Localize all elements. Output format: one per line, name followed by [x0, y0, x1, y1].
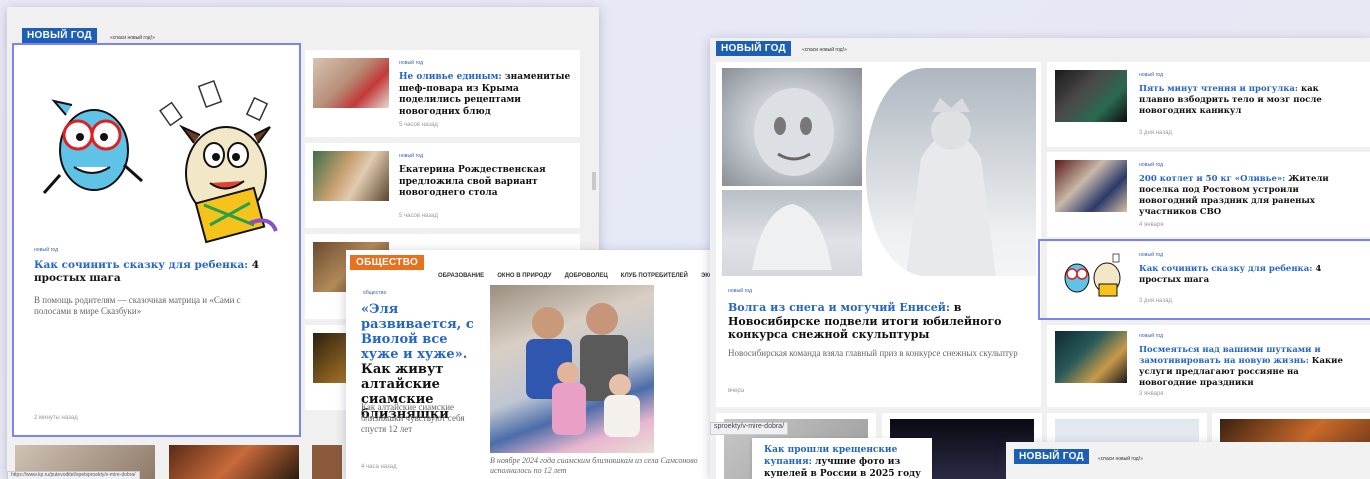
thumb-celebration	[1055, 160, 1127, 212]
card-title[interactable]: Волга из снега и могучий Енисей: в Новос…	[728, 301, 1028, 342]
photo-snow-sculpture-1	[722, 68, 862, 186]
side-tag[interactable]: новый год	[1139, 162, 1163, 168]
side-time: 5 часов назад	[399, 213, 438, 219]
screenshot-new-year-small: НОВЫЙ ГОД «спаси новый год!»	[1006, 442, 1370, 479]
nav-nature[interactable]: Окно в природу	[497, 273, 551, 279]
side-title-link[interactable]: Пять минут чтения и прогулка:	[1139, 84, 1298, 94]
society-nav: Образование Окно в природу Доброволец Кл…	[438, 262, 726, 281]
screenshot-society: ОБЩЕСТВО Образование Окно в природу Добр…	[346, 250, 726, 479]
side-article-1[interactable]: новый год Пять минут чтения и прогулка: …	[1047, 62, 1370, 147]
nav-education[interactable]: Образование	[438, 273, 484, 279]
nav-consumer-club[interactable]: Клуб потребителей	[621, 273, 688, 279]
bottom-thumb-2[interactable]	[169, 445, 299, 479]
side-title[interactable]: Екатерина Рождественская предложила свой…	[399, 165, 574, 200]
photo-snow-sculpture-2	[722, 190, 862, 276]
side-title-link[interactable]: Не оливье единым:	[399, 72, 502, 82]
side-time: 5 часов назад	[399, 122, 438, 128]
main-article-card[interactable]: новый год Волга из снега и могучий Енисе…	[716, 62, 1041, 407]
side-time: 3 дня назад	[1139, 130, 1172, 136]
card-tag[interactable]: новый год	[728, 288, 752, 294]
scrollbar[interactable]	[592, 172, 596, 190]
section-badge-society[interactable]: ОБЩЕСТВО	[350, 255, 425, 270]
screenshot-new-year-right: НОВЫЙ ГОД «спаси новый год!» новый год В…	[710, 38, 1370, 479]
article-title-link[interactable]: «Эля развивается, с Виолой все хуже и ху…	[361, 302, 474, 362]
side-tag[interactable]: новый год	[399, 153, 423, 159]
card-title-link[interactable]: Волга из снега и могучий Енисей:	[728, 301, 950, 314]
photo-snow-sculpture-main	[866, 68, 1036, 276]
side-tag[interactable]: новый год	[399, 60, 423, 66]
section-badge-new-year[interactable]: НОВЫЙ ГОД	[22, 28, 97, 43]
side-article-4[interactable]: новый год Посмеяться над вашими шутками …	[1047, 325, 1370, 407]
side-tag[interactable]: новый год	[1139, 72, 1163, 78]
section-badge-new-year[interactable]: НОВЫЙ ГОД	[716, 41, 791, 56]
side-title-link[interactable]: 200 котлет и 50 кг «Оливье»:	[1139, 174, 1285, 184]
side-article-1[interactable]: новый год Не оливье единым: знаменитые ш…	[305, 50, 580, 137]
section-badge-new-year[interactable]: НОВЫЙ ГОД	[1014, 449, 1089, 464]
status-url-fragment: sproekty/v-mire-dobra/	[710, 422, 789, 435]
section-sublink[interactable]: «спаси новый год!»	[1098, 456, 1143, 462]
selection-highlight	[1038, 239, 1370, 320]
thumb-reading	[1055, 70, 1127, 122]
article-time: 4 часа назад	[361, 464, 397, 470]
selection-highlight	[12, 43, 301, 437]
side-tag[interactable]: новый год	[1139, 333, 1163, 339]
side-article-2[interactable]: новый год Екатерина Рождественская предл…	[305, 143, 580, 228]
section-sublink[interactable]: «спаси новый год!»	[110, 35, 155, 41]
photo-twins-family	[490, 285, 654, 453]
article-baptism-bathing[interactable]: Как прошли крещенские купания: лучшие фо…	[752, 438, 932, 479]
side-title[interactable]: Не оливье единым: знаменитые шеф-повара …	[399, 72, 574, 118]
nav-volunteer[interactable]: Доброволец	[565, 273, 608, 279]
side-article-2[interactable]: новый год 200 котлет и 50 кг «Оливье»: Ж…	[1047, 152, 1370, 237]
bottom-thumb-3[interactable]	[312, 445, 342, 479]
article-tag[interactable]: общество	[363, 290, 386, 296]
side-title[interactable]: Посмеяться над вашими шутками и замотиви…	[1139, 345, 1354, 389]
card-title[interactable]: Как прошли крещенские купания: лучшие фо…	[764, 444, 924, 479]
status-url-bar: https://www.kp.ru/putevoditel/spetsproek…	[7, 471, 140, 479]
card-time: вчера	[728, 388, 745, 394]
side-title[interactable]: 200 котлет и 50 кг «Оливье»: Жители посе…	[1139, 174, 1359, 218]
side-time: 4 января	[1139, 222, 1164, 228]
photo-caption: В ноябре 2024 года сиамским близняшкам и…	[490, 456, 698, 475]
side-title-rest: Екатерина Рождественская предложила свой…	[399, 165, 546, 198]
side-title-link[interactable]: Посмеяться над вашими шутками и замотиви…	[1139, 345, 1321, 366]
thumb-ekaterina	[313, 151, 389, 201]
section-sublink[interactable]: «спаси новый год!»	[802, 47, 847, 53]
thumb-chef-santa	[313, 58, 389, 108]
article-lead: Как алтайские сиамские близняшки чувству…	[361, 402, 465, 434]
card-lead: Новосибирская команда взяла главный приз…	[728, 348, 1018, 358]
side-title[interactable]: Пять минут чтения и прогулка: как плавно…	[1139, 84, 1354, 117]
side-time: 3 января	[1139, 391, 1164, 397]
thumb-party	[1055, 331, 1127, 383]
